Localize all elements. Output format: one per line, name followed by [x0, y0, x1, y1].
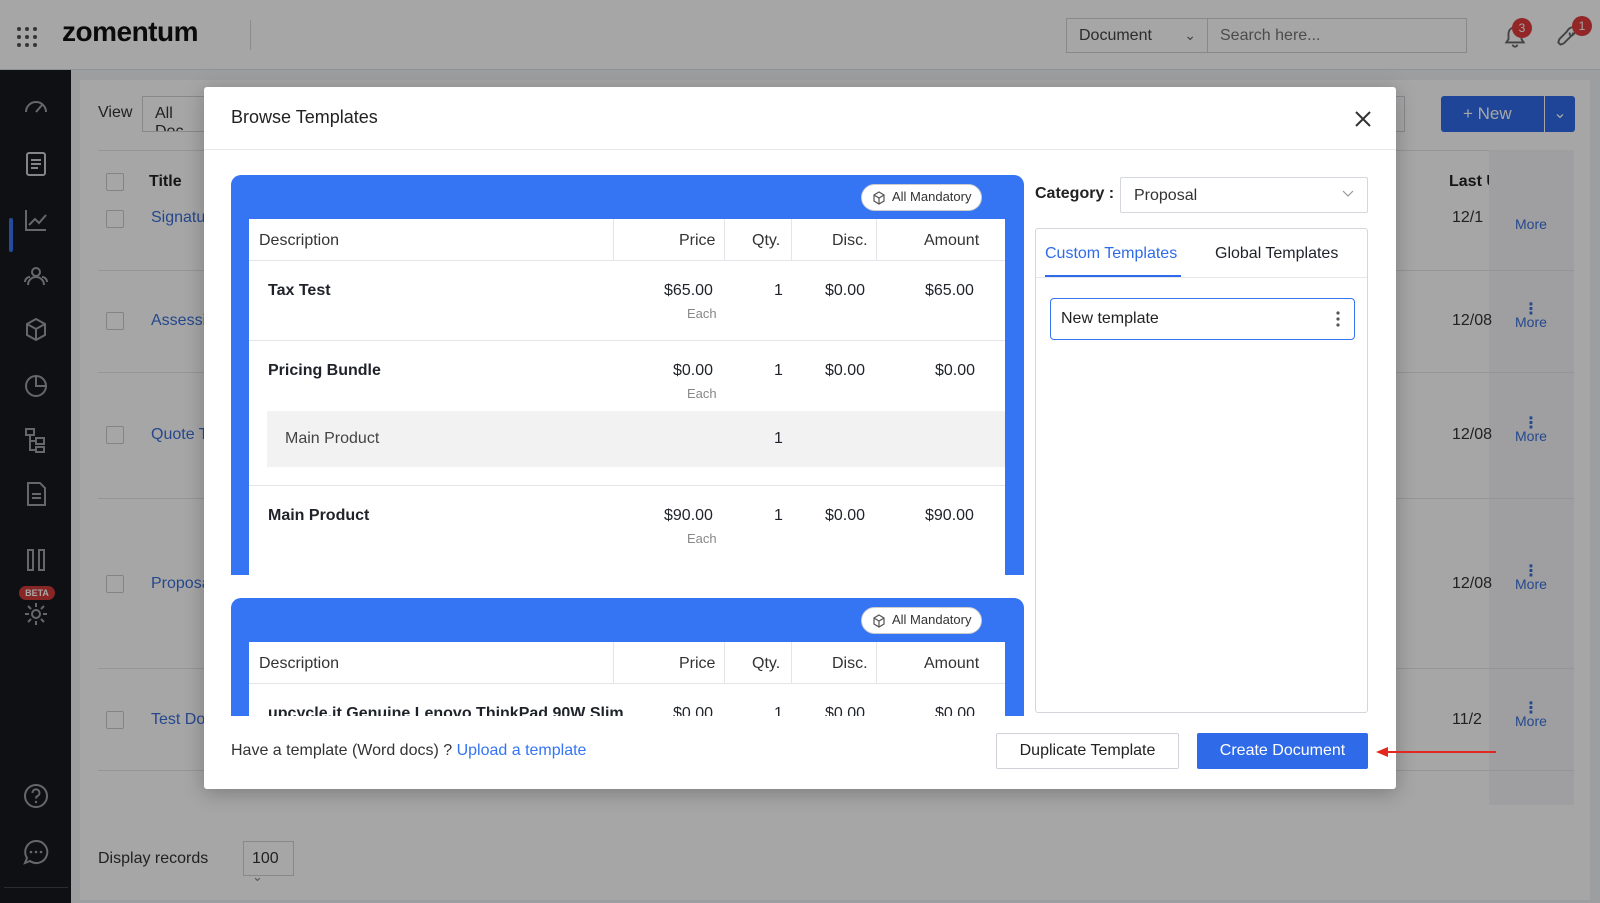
item-amount: $65.00	[925, 282, 974, 299]
templates-panel: Custom Templates Global Templates New te…	[1035, 228, 1368, 713]
column-divider	[791, 642, 792, 684]
bundle-sub-item: Main Product 1	[267, 411, 1005, 467]
item-unit: Each	[687, 531, 717, 546]
table-row: Tax Test $65.00 Each 1 $0.00 $65.00	[249, 261, 1005, 341]
sub-item-qty: 1	[774, 430, 783, 447]
item-unit: Each	[687, 386, 717, 401]
header-qty: Qty.	[752, 655, 781, 672]
item-name: Main Product	[268, 507, 370, 524]
item-amount: $90.00	[925, 507, 974, 524]
template-name: New template	[1061, 310, 1159, 327]
item-price: $90.00	[664, 507, 713, 524]
column-divider	[876, 219, 877, 261]
active-tab-underline	[1045, 275, 1181, 277]
table-header: Description Price Qty. Disc. Amount	[249, 219, 1005, 261]
category-select[interactable]: Proposal	[1120, 177, 1368, 213]
item-amount: $0.00	[935, 705, 976, 716]
column-divider	[724, 219, 725, 261]
item-price: $65.00	[664, 282, 713, 299]
item-name: Tax Test	[268, 282, 331, 299]
annotation-arrow-icon	[1376, 747, 1496, 757]
item-disc: $0.00	[825, 507, 866, 524]
all-mandatory-label: All Mandatory	[892, 189, 972, 204]
pricing-table: Description Price Qty. Disc. Amount upcy…	[249, 642, 1005, 716]
column-divider	[876, 642, 877, 684]
tab-custom-templates[interactable]: Custom Templates	[1045, 245, 1177, 263]
header-description: Description	[259, 655, 340, 672]
tab-global-templates[interactable]: Global Templates	[1215, 245, 1338, 263]
table-row: Pricing Bundle $0.00 Each 1 $0.00 $0.00 …	[249, 341, 1005, 486]
item-name: Pricing Bundle	[268, 362, 381, 379]
template-list-item[interactable]: New template	[1050, 298, 1355, 340]
item-disc: $0.00	[825, 282, 866, 299]
column-divider	[613, 642, 614, 684]
browse-templates-modal: Browse Templates All Mandatory Descripti…	[204, 87, 1396, 789]
pricing-table: Description Price Qty. Disc. Amount Tax …	[249, 219, 1005, 575]
chevron-down-icon	[1342, 190, 1354, 197]
item-amount: $0.00	[935, 362, 976, 379]
item-name: upcycle.it Genuine Lenovo ThinkPad 90W S…	[268, 705, 624, 716]
table-header: Description Price Qty. Disc. Amount	[249, 642, 1005, 684]
template-preview[interactable]: All Mandatory Description Price Qty. Dis…	[231, 175, 1024, 716]
column-divider	[724, 642, 725, 684]
item-qty: 1	[774, 705, 783, 716]
item-unit: Each	[687, 306, 717, 321]
kebab-menu-icon[interactable]	[1336, 311, 1340, 327]
all-mandatory-badge: All Mandatory	[861, 184, 983, 211]
header-disc: Disc.	[832, 232, 868, 249]
table-row: upcycle.it Genuine Lenovo ThinkPad 90W S…	[249, 684, 1005, 716]
all-mandatory-label: All Mandatory	[892, 612, 972, 627]
header-description: Description	[259, 232, 340, 249]
upload-template-link[interactable]: Upload a template	[457, 742, 587, 759]
column-divider	[791, 219, 792, 261]
item-qty: 1	[774, 362, 783, 379]
tabs-divider	[1036, 277, 1367, 278]
header-amount: Amount	[924, 655, 980, 672]
item-qty: 1	[774, 282, 783, 299]
item-disc: $0.00	[825, 705, 866, 716]
header-price: Price	[679, 655, 716, 672]
category-value: Proposal	[1134, 187, 1198, 204]
header-price: Price	[679, 232, 716, 249]
pricing-table-card: All Mandatory Description Price Qty. Dis…	[231, 175, 1024, 575]
item-price: $0.00	[673, 362, 714, 379]
item-disc: $0.00	[825, 362, 866, 379]
header-amount: Amount	[924, 232, 980, 249]
header-qty: Qty.	[752, 232, 781, 249]
create-document-button[interactable]: Create Document	[1197, 733, 1368, 769]
pricing-table-card: All Mandatory Description Price Qty. Dis…	[231, 598, 1024, 716]
duplicate-template-button[interactable]: Duplicate Template	[996, 733, 1179, 769]
all-mandatory-badge: All Mandatory	[861, 607, 983, 634]
header-disc: Disc.	[832, 655, 868, 672]
column-divider	[613, 219, 614, 261]
upload-prompt: Have a template (Word docs) ? Upload a t…	[231, 742, 586, 760]
category-label: Category :	[1035, 185, 1115, 202]
box-icon	[873, 614, 885, 628]
item-qty: 1	[774, 507, 783, 524]
box-icon	[873, 191, 885, 205]
sub-item-name: Main Product	[285, 430, 380, 447]
item-price: $0.00	[673, 705, 714, 716]
modal-header-divider	[204, 149, 1396, 150]
modal-title: Browse Templates	[231, 107, 378, 127]
upload-prompt-text: Have a template (Word docs) ?	[231, 742, 453, 759]
close-icon[interactable]	[1353, 109, 1373, 129]
table-row: Main Product $90.00 Each 1 $0.00 $90.00	[249, 486, 1005, 574]
